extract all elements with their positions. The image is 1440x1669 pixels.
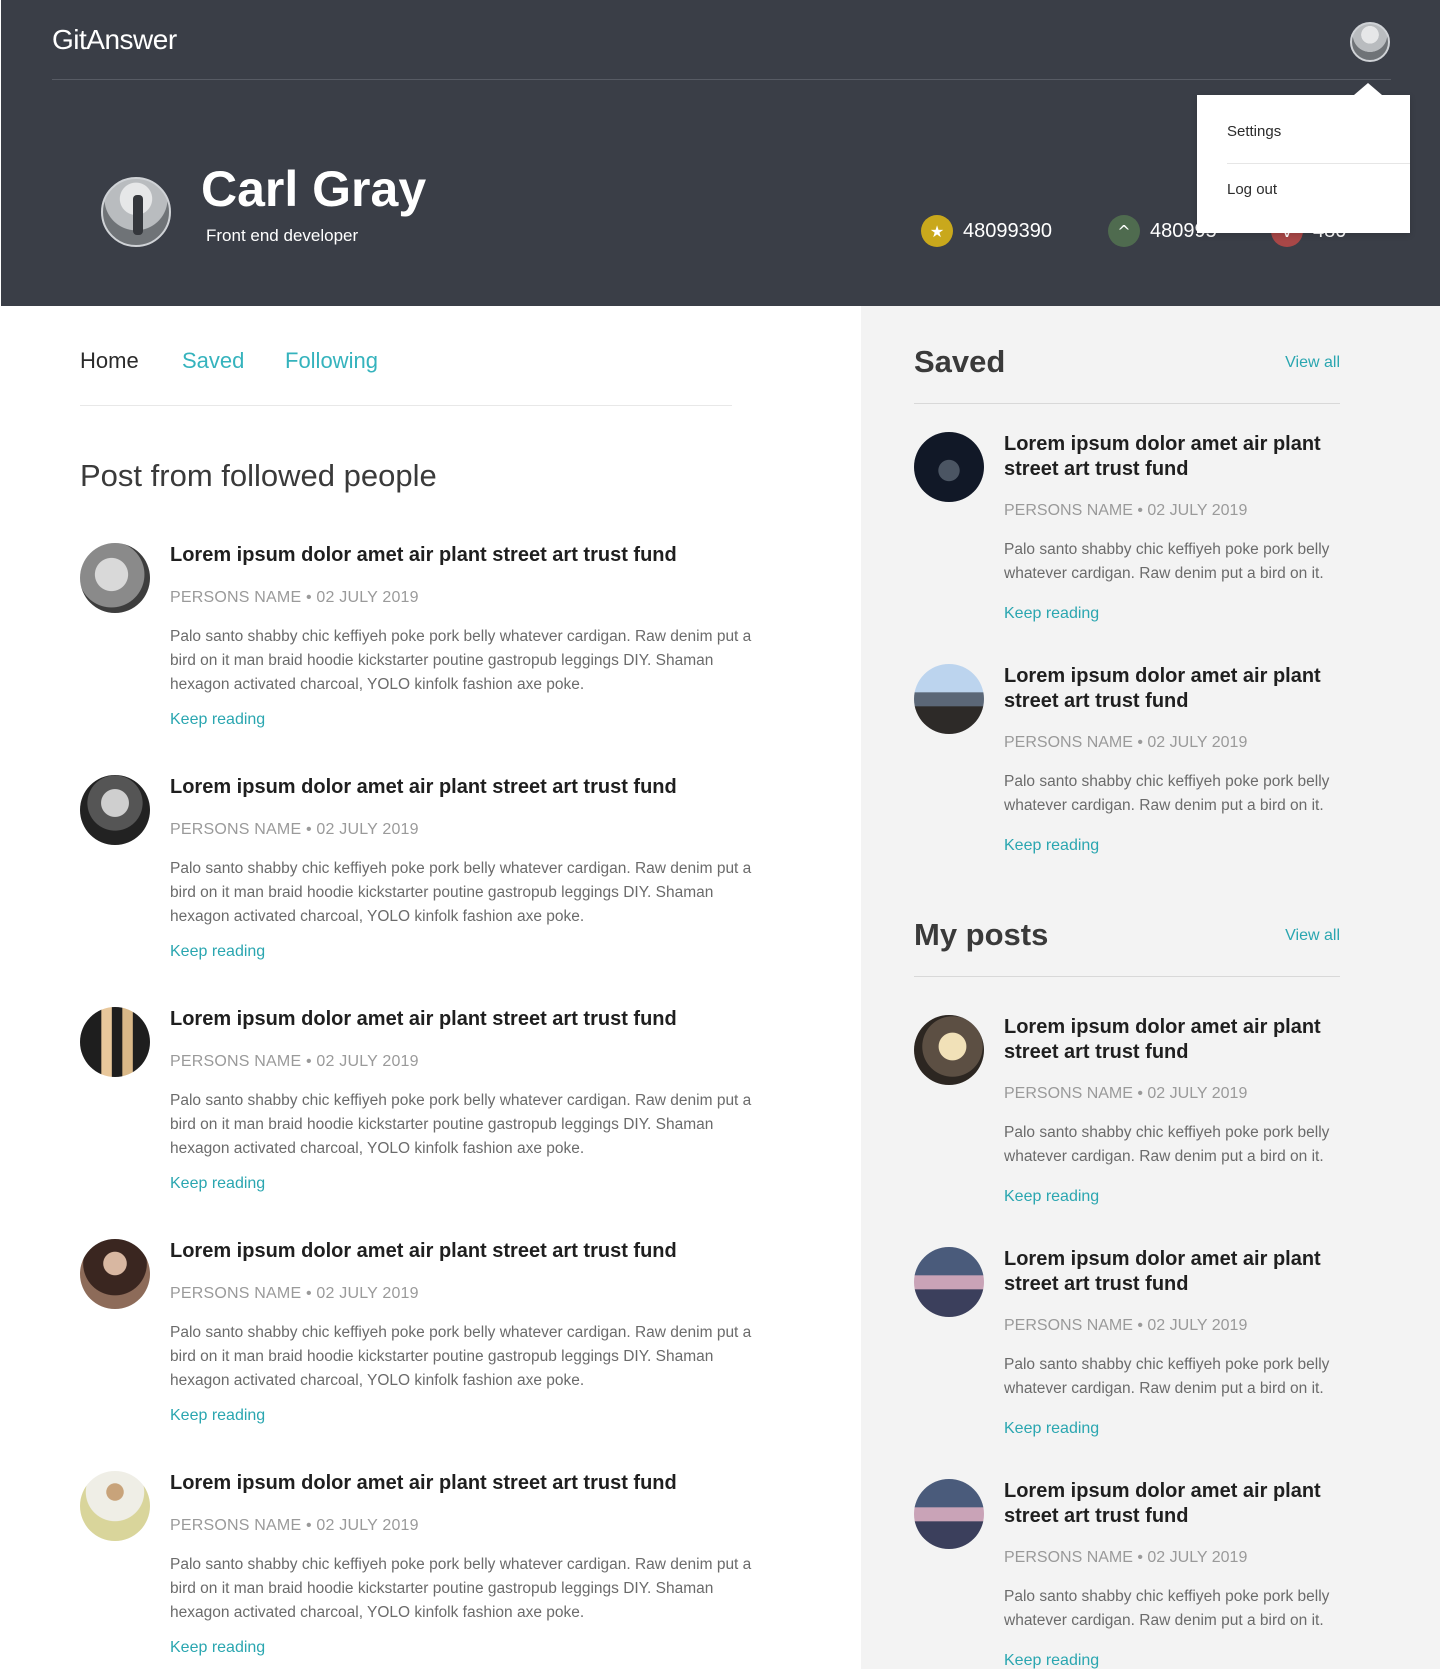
post-excerpt: Palo santo shabby chic keffiyeh poke por…	[170, 1324, 752, 1389]
post-meta: PERSONS NAME • 02 JULY 2019	[1004, 1549, 1248, 1566]
profile-role: Front end developer	[206, 226, 359, 245]
author-avatar[interactable]	[914, 1247, 984, 1317]
profile-name: Carl Gray	[201, 161, 427, 217]
post-title[interactable]: Lorem ipsum dolor amet air plant street …	[170, 543, 770, 567]
keep-reading-link[interactable]: Keep reading	[170, 711, 265, 729]
post-meta: PERSONS NAME • 02 JULY 2019	[170, 589, 419, 606]
post-title[interactable]: Lorem ipsum dolor amet air plant street …	[1004, 664, 1364, 714]
tab-home[interactable]: Home	[80, 348, 139, 374]
saved-section-header: Saved View all	[914, 344, 1340, 404]
chevron-up-icon: ^	[1108, 215, 1140, 247]
my-post: Lorem ipsum dolor amet air plant street …	[914, 1015, 1384, 1227]
post-excerpt: Palo santo shabby chic keffiyeh poke por…	[170, 1092, 752, 1157]
post-excerpt: Palo santo shabby chic keffiyeh poke por…	[1004, 541, 1330, 582]
avatar-figure	[133, 195, 143, 235]
post-meta: PERSONS NAME • 02 JULY 2019	[1004, 734, 1248, 751]
star-icon: ★	[921, 215, 953, 247]
post-meta: PERSONS NAME • 02 JULY 2019	[170, 1517, 419, 1534]
feed-post: Lorem ipsum dolor amet air plant street …	[80, 543, 760, 755]
keep-reading-link[interactable]: Keep reading	[170, 1407, 265, 1425]
my-posts-section-header: My posts View all	[914, 917, 1340, 977]
post-excerpt: Palo santo shabby chic keffiyeh poke por…	[1004, 1124, 1330, 1165]
feed-title: Post from followed people	[80, 458, 437, 493]
post-title[interactable]: Lorem ipsum dolor amet air plant street …	[1004, 432, 1364, 482]
author-avatar[interactable]	[80, 1007, 150, 1077]
keep-reading-link[interactable]: Keep reading	[1004, 605, 1099, 623]
app-logo[interactable]: GitAnswer	[52, 24, 177, 56]
feed-post: Lorem ipsum dolor amet air plant street …	[80, 1007, 760, 1219]
my-post: Lorem ipsum dolor amet air plant street …	[914, 1247, 1384, 1459]
post-meta: PERSONS NAME • 02 JULY 2019	[1004, 502, 1248, 519]
saved-section-title: Saved	[914, 344, 1006, 379]
author-avatar[interactable]	[80, 1471, 150, 1541]
keep-reading-link[interactable]: Keep reading	[170, 943, 265, 961]
post-title[interactable]: Lorem ipsum dolor amet air plant street …	[170, 1471, 770, 1495]
tab-following[interactable]: Following	[285, 348, 378, 374]
post-excerpt: Palo santo shabby chic keffiyeh poke por…	[1004, 1588, 1330, 1629]
post-title[interactable]: Lorem ipsum dolor amet air plant street …	[1004, 1015, 1364, 1065]
post-title[interactable]: Lorem ipsum dolor amet air plant street …	[1004, 1247, 1364, 1297]
sidebar: Saved View all Lorem ipsum dolor amet ai…	[861, 306, 1440, 1669]
author-avatar[interactable]	[80, 775, 150, 845]
my-post: Lorem ipsum dolor amet air plant street …	[914, 1479, 1384, 1669]
keep-reading-link[interactable]: Keep reading	[1004, 1420, 1099, 1438]
keep-reading-link[interactable]: Keep reading	[1004, 1652, 1099, 1669]
my-posts-view-all-link[interactable]: View all	[1285, 927, 1340, 945]
post-meta: PERSONS NAME • 02 JULY 2019	[170, 1285, 419, 1302]
post-title[interactable]: Lorem ipsum dolor amet air plant street …	[170, 775, 770, 799]
post-excerpt: Palo santo shabby chic keffiyeh poke por…	[1004, 773, 1330, 814]
keep-reading-link[interactable]: Keep reading	[1004, 837, 1099, 855]
post-title[interactable]: Lorem ipsum dolor amet air plant street …	[170, 1239, 770, 1263]
menu-item-logout[interactable]: Log out	[1227, 181, 1277, 198]
user-avatar-menu-toggle[interactable]	[1350, 22, 1390, 62]
author-avatar[interactable]	[914, 1015, 984, 1085]
post-excerpt: Palo santo shabby chic keffiyeh poke por…	[170, 1556, 752, 1621]
stat-value: 48099390	[963, 219, 1052, 242]
saved-view-all-link[interactable]: View all	[1285, 354, 1340, 372]
feed-post: Lorem ipsum dolor amet air plant street …	[80, 1471, 760, 1669]
post-excerpt: Palo santo shabby chic keffiyeh poke por…	[170, 860, 752, 925]
author-avatar[interactable]	[80, 1239, 150, 1309]
post-meta: PERSONS NAME • 02 JULY 2019	[170, 821, 419, 838]
stat-points: ★ 48099390	[921, 214, 1052, 248]
feed-post: Lorem ipsum dolor amet air plant street …	[80, 775, 760, 987]
author-avatar[interactable]	[914, 432, 984, 502]
top-bar: GitAnswer	[52, 0, 1391, 80]
post-meta: PERSONS NAME • 02 JULY 2019	[170, 1053, 419, 1070]
keep-reading-link[interactable]: Keep reading	[170, 1639, 265, 1657]
profile-avatar	[101, 177, 171, 247]
author-avatar[interactable]	[914, 1479, 984, 1549]
feed-post: Lorem ipsum dolor amet air plant street …	[80, 1239, 760, 1451]
saved-post: Lorem ipsum dolor amet air plant street …	[914, 664, 1384, 876]
menu-divider	[1227, 163, 1410, 164]
keep-reading-link[interactable]: Keep reading	[1004, 1188, 1099, 1206]
tab-saved[interactable]: Saved	[182, 348, 244, 374]
post-excerpt: Palo santo shabby chic keffiyeh poke por…	[1004, 1356, 1330, 1397]
post-excerpt: Palo santo shabby chic keffiyeh poke por…	[170, 628, 752, 693]
author-avatar[interactable]	[80, 543, 150, 613]
post-meta: PERSONS NAME • 02 JULY 2019	[1004, 1085, 1248, 1102]
my-posts-section-title: My posts	[914, 917, 1049, 952]
author-avatar[interactable]	[914, 664, 984, 734]
post-meta: PERSONS NAME • 02 JULY 2019	[1004, 1317, 1248, 1334]
post-title[interactable]: Lorem ipsum dolor amet air plant street …	[1004, 1479, 1364, 1529]
keep-reading-link[interactable]: Keep reading	[170, 1175, 265, 1193]
post-title[interactable]: Lorem ipsum dolor amet air plant street …	[170, 1007, 770, 1031]
user-dropdown-menu: Settings Log out	[1197, 83, 1410, 233]
menu-item-settings[interactable]: Settings	[1227, 123, 1281, 140]
saved-post: Lorem ipsum dolor amet air plant street …	[914, 432, 1384, 644]
main-tabs: Home Saved Following	[80, 344, 732, 406]
